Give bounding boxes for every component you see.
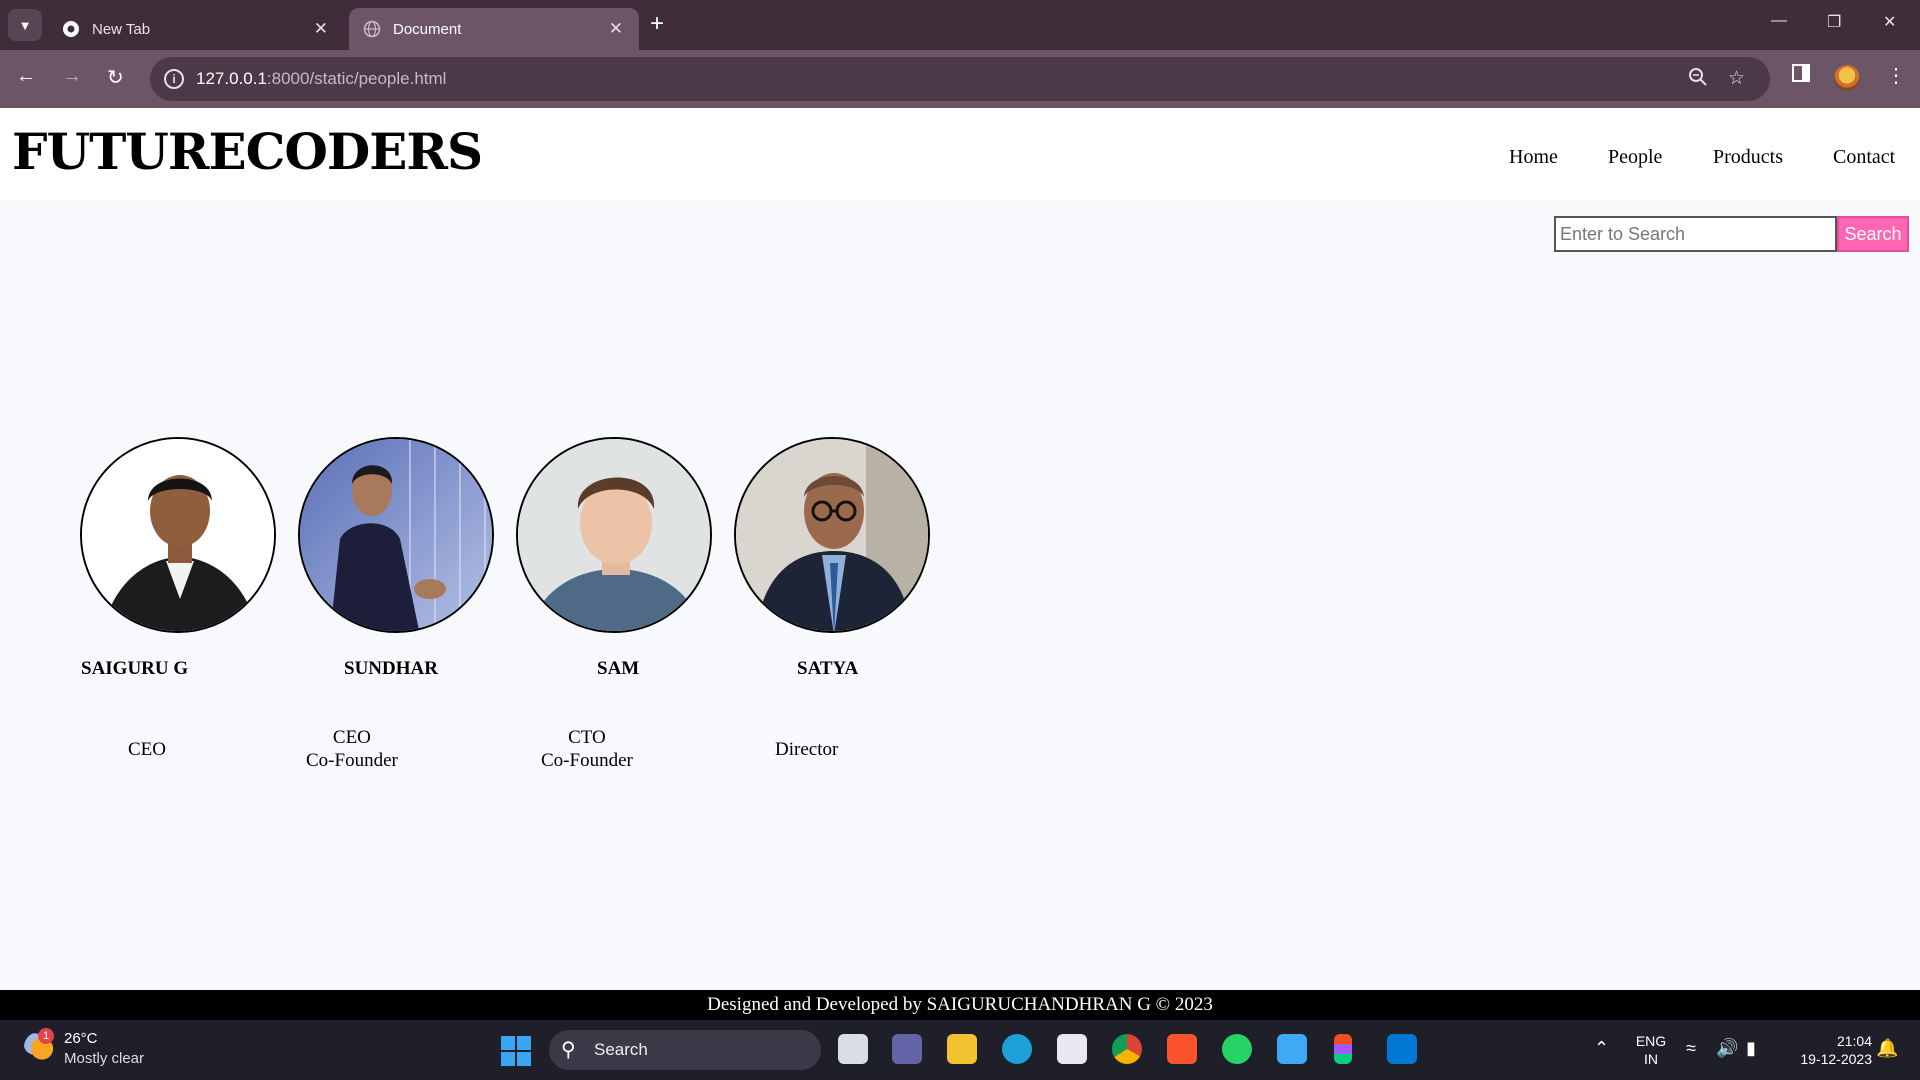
person-photo-sundhar — [298, 437, 494, 633]
profile-avatar[interactable] — [1834, 65, 1860, 91]
person-role: CEO — [128, 739, 166, 760]
nav-people-link[interactable]: People — [1608, 146, 1662, 169]
chevron-down-icon: ▼ — [18, 17, 32, 33]
site-logo: FUTURECODERS — [12, 122, 483, 181]
tab-title: Document — [393, 20, 462, 38]
restore-icon[interactable]: ❐ — [1827, 12, 1841, 32]
clock[interactable]: 21:04 19-12-2023 — [1782, 1032, 1872, 1068]
browser-tab-bar: ▼ New Tab ✕ Document ✕ + — ❐ ✕ — [0, 0, 1920, 50]
zoom-icon[interactable] — [1688, 67, 1708, 93]
tab-title: New Tab — [92, 20, 151, 38]
person-name: SAIGURU G — [81, 658, 189, 679]
whatsapp-icon[interactable] — [1222, 1034, 1252, 1064]
new-tab-plus-icon[interactable]: + — [650, 10, 664, 38]
notepad-icon[interactable] — [1277, 1034, 1307, 1064]
close-icon[interactable]: ✕ — [609, 19, 623, 39]
back-arrow-icon[interactable]: ← — [16, 65, 36, 88]
close-window-icon[interactable]: ✕ — [1883, 12, 1896, 32]
url-text[interactable]: 127.0.0.1:8000/static/people.html — [196, 69, 446, 89]
globe-icon — [363, 20, 381, 38]
person-name: SATYA — [797, 658, 859, 679]
notification-badge: 1 — [38, 1028, 54, 1044]
nav-products-link[interactable]: Products — [1713, 146, 1783, 169]
weather-temperature[interactable]: 26°C — [64, 1030, 98, 1047]
teams-icon[interactable] — [892, 1034, 922, 1064]
site-footer: Designed and Developed by SAIGURUCHANDHR… — [0, 990, 1920, 1020]
person-role: CTO Co-Founder — [541, 727, 633, 771]
volume-icon[interactable]: 🔊 — [1716, 1038, 1738, 1059]
reload-icon[interactable]: ↻ — [107, 65, 124, 90]
os-taskbar: 1 26°C Mostly clear ⚲ Search ⌃ ENG IN ≈ … — [0, 1020, 1920, 1080]
nav-home-link[interactable]: Home — [1509, 146, 1558, 169]
tab-document[interactable]: Document ✕ — [349, 8, 639, 50]
battery-icon[interactable]: ▮ — [1746, 1038, 1756, 1059]
bookmark-star-icon[interactable]: ☆ — [1728, 67, 1745, 90]
person-role: CEO Co-Founder — [306, 727, 398, 771]
search-icon: ⚲ — [561, 1039, 576, 1061]
figma-icon[interactable] — [1334, 1034, 1352, 1064]
tab-new-tab[interactable]: New Tab ✕ — [48, 8, 344, 50]
person-name: SUNDHAR — [344, 658, 438, 679]
forward-arrow-icon[interactable]: → — [62, 65, 82, 88]
chevron-up-icon[interactable]: ⌃ — [1594, 1038, 1609, 1059]
nav-contact-link[interactable]: Contact — [1833, 146, 1895, 169]
vscode-icon[interactable] — [1387, 1034, 1417, 1064]
file-explorer-icon[interactable] — [947, 1034, 977, 1064]
search-button[interactable]: Search — [1837, 216, 1909, 252]
browser-toolbar: ← → ↻ i 127.0.0.1:8000/static/people.htm… — [0, 50, 1920, 108]
close-icon[interactable]: ✕ — [314, 19, 328, 39]
site-info-icon[interactable]: i — [164, 69, 184, 89]
weather-description[interactable]: Mostly clear — [64, 1050, 144, 1067]
person-role: Director — [775, 739, 839, 760]
chrome-icon[interactable] — [1112, 1034, 1142, 1064]
minimize-icon[interactable]: — — [1771, 12, 1787, 30]
search-input[interactable] — [1554, 216, 1837, 252]
person-photo-satya — [734, 437, 930, 633]
menu-kebab-icon[interactable]: ⋮ — [1886, 63, 1906, 88]
language-indicator[interactable]: ENG IN — [1633, 1032, 1669, 1068]
microsoft-store-icon[interactable] — [1057, 1034, 1087, 1064]
chrome-icon — [62, 20, 80, 38]
address-bar[interactable]: i 127.0.0.1:8000/static/people.html ☆ — [150, 57, 1770, 101]
tab-search-button[interactable]: ▼ — [8, 9, 42, 41]
windows-start-icon[interactable] — [501, 1036, 531, 1066]
brave-icon[interactable] — [1167, 1034, 1197, 1064]
person-photo-saiguru — [80, 437, 276, 633]
side-panel-icon[interactable] — [1791, 63, 1811, 89]
wifi-icon[interactable]: ≈ — [1686, 1038, 1696, 1059]
taskbar-search[interactable]: ⚲ Search — [549, 1030, 821, 1070]
task-view-icon[interactable] — [838, 1034, 868, 1064]
site-header: FUTURECODERS Home People Products Contac… — [0, 108, 1920, 200]
edge-icon[interactable] — [1002, 1034, 1032, 1064]
notification-bell-icon[interactable]: 🔔 — [1876, 1038, 1898, 1059]
person-photo-sam — [516, 437, 712, 633]
person-name: SAM — [597, 658, 640, 679]
